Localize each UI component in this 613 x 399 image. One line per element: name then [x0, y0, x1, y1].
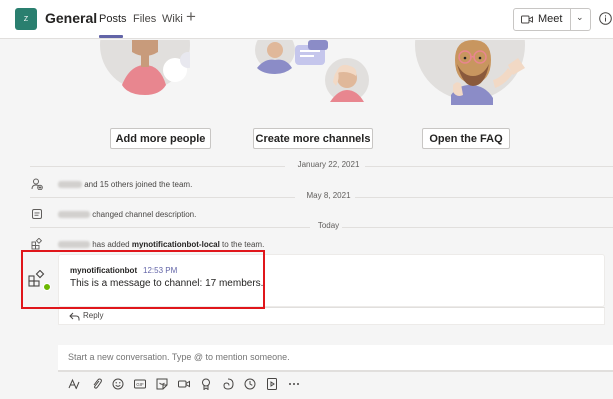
meet-divider — [570, 9, 571, 30]
date-label: May 8, 2021 — [306, 191, 351, 200]
date-label: January 22, 2021 — [297, 160, 360, 169]
date-divider: May 8, 2021 — [0, 191, 613, 204]
illustration-create-channels — [250, 40, 370, 105]
add-more-people-button[interactable]: Add more people — [110, 128, 211, 149]
tab-posts[interactable]: Posts — [99, 13, 127, 25]
system-message-prefix: has added — [92, 240, 132, 249]
channel-header: Z General Posts Files Wiki + Meet ⌄ — [0, 0, 613, 39]
gif-icon[interactable]: GIF — [134, 378, 146, 390]
system-message-body: and 15 others joined the team. — [84, 180, 193, 189]
system-message-text: and 15 others joined the team. — [58, 180, 192, 189]
tab-wiki[interactable]: Wiki — [162, 13, 183, 25]
illustration-faq — [413, 40, 528, 105]
meet-label: Meet — [538, 13, 563, 25]
description-icon — [32, 209, 42, 219]
create-more-channels-button[interactable]: Create more channels — [253, 128, 373, 149]
system-message-suffix: to the team. — [219, 240, 265, 249]
svg-text:GIF: GIF — [136, 382, 144, 387]
bot-name-bold[interactable]: mynotificationbot-local — [132, 240, 220, 249]
system-message-text: has added mynotificationbot-local to the… — [58, 240, 264, 249]
reply-label: Reply — [83, 311, 104, 320]
open-faq-button[interactable]: Open the FAQ — [422, 128, 510, 149]
date-divider: Today — [0, 221, 613, 234]
compose-box[interactable] — [58, 345, 613, 372]
date-label: Today — [317, 221, 340, 230]
chevron-down-icon[interactable]: ⌄ — [576, 12, 584, 23]
system-message-body: changed channel description. — [92, 210, 197, 219]
system-message-text: changed channel description. — [58, 210, 196, 219]
sticker-icon[interactable] — [156, 378, 168, 390]
people-added-icon — [31, 178, 43, 190]
redacted-name — [58, 181, 82, 189]
date-divider: January 22, 2021 — [0, 160, 613, 173]
meet-now-icon[interactable] — [178, 378, 190, 390]
tab-files[interactable]: Files — [133, 13, 156, 25]
emoji-icon[interactable] — [112, 378, 124, 390]
format-icon[interactable] — [68, 378, 80, 390]
active-tab-indicator — [99, 35, 123, 38]
team-avatar[interactable]: Z — [15, 8, 37, 30]
redacted-name — [58, 241, 90, 249]
praise-icon[interactable] — [200, 378, 212, 390]
compose-input[interactable] — [68, 352, 568, 362]
reply-button[interactable]: Reply — [58, 307, 605, 325]
info-icon[interactable] — [599, 12, 612, 25]
channel-title: General — [45, 10, 98, 26]
app-icon — [31, 238, 43, 250]
system-message: changed channel description. — [0, 208, 613, 222]
illustration-add-people — [100, 40, 190, 95]
stream-icon[interactable] — [266, 378, 278, 390]
loop-icon[interactable] — [222, 378, 234, 390]
attach-icon[interactable] — [91, 378, 103, 390]
redacted-name — [58, 211, 90, 219]
reply-icon — [69, 312, 80, 321]
more-icon[interactable] — [288, 378, 300, 390]
add-tab-button[interactable]: + — [186, 7, 196, 27]
schedule-icon[interactable] — [244, 378, 256, 390]
system-message: and 15 others joined the team. — [0, 178, 613, 192]
highlight-annotation — [21, 250, 265, 309]
meet-button[interactable]: Meet ⌄ — [513, 8, 591, 31]
video-camera-icon — [521, 15, 533, 24]
